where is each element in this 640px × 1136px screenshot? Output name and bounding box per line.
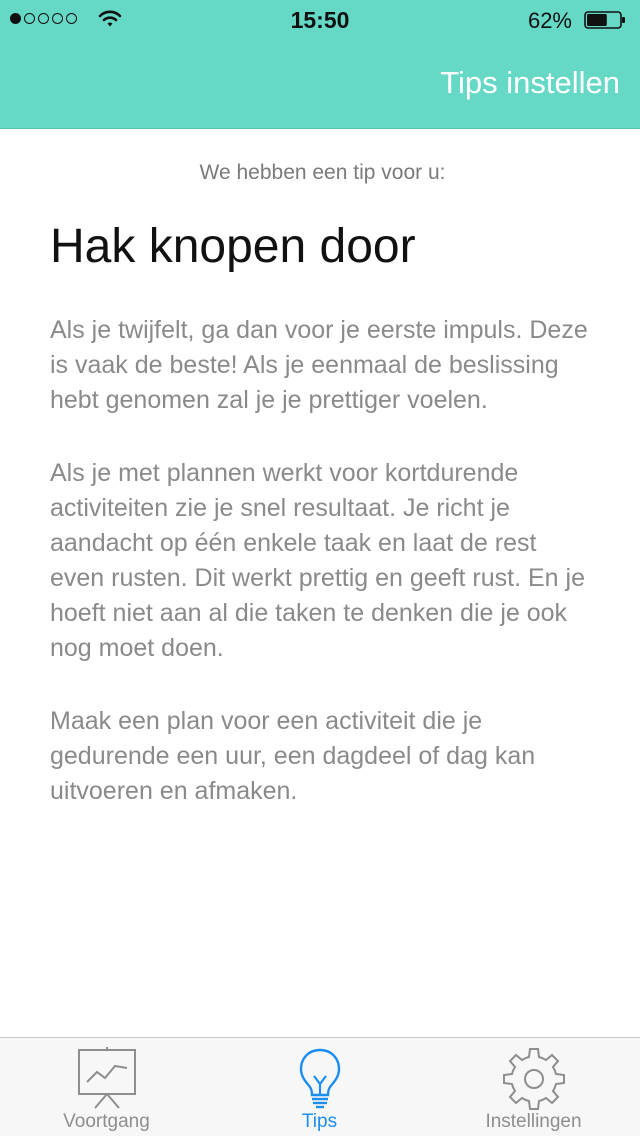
- lightbulb-icon: [299, 1048, 340, 1109]
- tab-bar: Voortgang Tips Instellingen: [0, 1037, 640, 1136]
- tip-paragraph: Maak een plan voor een activiteit die je…: [50, 707, 536, 805]
- screen: 15:50 62% Tips instellen We hebben een t…: [0, 0, 640, 1136]
- tip-paragraph: Als je twijfelt, ga dan voor je eerste i…: [50, 316, 588, 414]
- tip-content: We hebben een tip voor u: Hak knopen doo…: [50, 129, 595, 809]
- tip-paragraph: Als je met plannen werkt voor kortdurend…: [50, 459, 585, 662]
- gear-icon: [502, 1048, 565, 1110]
- tips-instellen-button[interactable]: Tips instellen: [440, 65, 620, 101]
- tab-voortgang[interactable]: Voortgang: [0, 1038, 213, 1136]
- tab-tips[interactable]: Tips: [213, 1038, 426, 1136]
- battery-percentage: 62%: [527, 8, 572, 33]
- chart-board-icon: [77, 1047, 136, 1109]
- tip-title: Hak knopen door: [50, 220, 416, 273]
- tab-label: Tips: [301, 1111, 338, 1132]
- status-bar: 15:50 62%: [0, 0, 640, 40]
- top-bar: 15:50 62% Tips instellen: [0, 0, 640, 129]
- tab-label: Voortgang: [63, 1111, 150, 1132]
- tip-intro: We hebben een tip voor u:: [199, 161, 446, 184]
- battery-icon: [584, 11, 625, 29]
- tab-instellingen[interactable]: Instellingen: [427, 1038, 640, 1136]
- tab-label: Instellingen: [485, 1111, 582, 1132]
